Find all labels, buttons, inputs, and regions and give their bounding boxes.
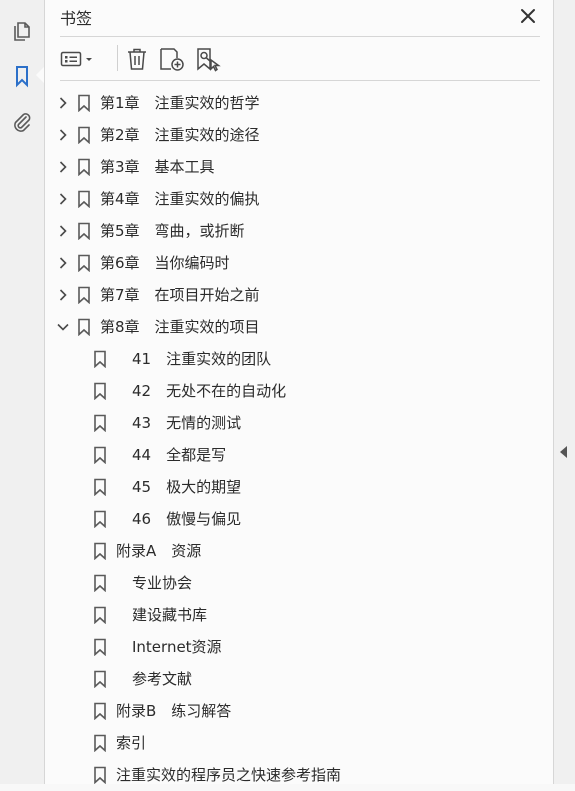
paperclip-icon[interactable] — [10, 110, 34, 134]
close-icon[interactable] — [518, 6, 538, 26]
panel-title: 书签 — [60, 9, 93, 28]
chevron-right-icon[interactable] — [55, 191, 71, 207]
bookmark-label[interactable]: 专业协会 — [132, 567, 192, 599]
bookmark-label[interactable]: 第8章 注重实效的项目 — [100, 311, 260, 343]
bookmark-item[interactable]: 41 注重实效的团队 — [45, 343, 553, 375]
bookmark-item-icon — [93, 702, 107, 720]
bookmark-item[interactable]: 第4章 注重实效的偏执 — [45, 183, 553, 215]
bookmark-item-icon — [77, 318, 91, 336]
bookmark-item[interactable]: 专业协会 — [45, 567, 553, 599]
bookmark-label[interactable]: Internet资源 — [132, 631, 222, 663]
bookmark-item[interactable]: 索引 — [45, 727, 553, 759]
bookmark-item[interactable]: 注重实效的程序员之快速参考指南 — [45, 759, 553, 791]
pages-icon[interactable] — [10, 18, 34, 42]
bookmark-item[interactable]: 44 全都是写 — [45, 439, 553, 471]
bookmark-label[interactable]: 注重实效的程序员之快速参考指南 — [116, 759, 341, 791]
bookmark-item[interactable]: 参考文献 — [45, 663, 553, 695]
bookmark-label[interactable]: 第5章 弯曲，或折断 — [100, 215, 245, 247]
bookmark-item-icon — [93, 350, 107, 368]
bookmark-item[interactable]: 附录B 练习解答 — [45, 695, 553, 727]
bookmark-item-icon — [77, 158, 91, 176]
bookmark-label[interactable]: 索引 — [116, 727, 146, 759]
chevron-down-icon[interactable] — [55, 319, 71, 335]
bookmark-icon[interactable] — [10, 64, 34, 88]
bookmark-item-icon — [93, 574, 107, 592]
bookmark-item-icon — [93, 382, 107, 400]
bookmark-label[interactable]: 第4章 注重实效的偏执 — [100, 183, 260, 215]
bookmark-item[interactable]: 第3章 基本工具 — [45, 151, 553, 183]
bookmark-label[interactable]: 第6章 当你编码时 — [100, 247, 230, 279]
bookmark-item[interactable]: 第6章 当你编码时 — [45, 247, 553, 279]
bookmark-item[interactable]: 43 无情的测试 — [45, 407, 553, 439]
bookmark-label[interactable]: 建设藏书库 — [132, 599, 207, 631]
bookmark-label[interactable]: 45 极大的期望 — [132, 471, 241, 503]
bookmark-item-icon — [93, 542, 107, 560]
panel-header: 书签 — [60, 0, 540, 37]
right-collapse-bar — [553, 0, 575, 784]
bookmark-item-icon — [93, 766, 107, 784]
chevron-right-icon[interactable] — [55, 223, 71, 239]
bookmark-label[interactable]: 附录B 练习解答 — [116, 695, 231, 727]
bookmark-item-icon — [77, 94, 91, 112]
bookmark-item-icon — [77, 190, 91, 208]
bookmark-item[interactable]: 建设藏书库 — [45, 599, 553, 631]
bookmarks-panel: 书签 第1章 注重实效的哲学 第2章 注重实效的途径 第3章 基本工具 第4章 … — [45, 0, 553, 784]
bookmark-item[interactable]: 第8章 注重实效的项目 — [45, 311, 553, 343]
bookmark-item[interactable]: Internet资源 — [45, 631, 553, 663]
bookmark-item-icon — [93, 734, 107, 752]
bookmark-label[interactable]: 附录A 资源 — [116, 535, 201, 567]
bookmark-label[interactable]: 41 注重实效的团队 — [132, 343, 271, 375]
bookmark-item-icon — [77, 222, 91, 240]
bookmark-label[interactable]: 第3章 基本工具 — [100, 151, 215, 183]
bookmark-item[interactable]: 第2章 注重实效的途径 — [45, 119, 553, 151]
bookmark-item[interactable]: 第5章 弯曲，或折断 — [45, 215, 553, 247]
new-bookmark-icon[interactable] — [158, 46, 186, 72]
bookmark-label[interactable]: 第7章 在项目开始之前 — [100, 279, 260, 311]
bookmark-item-icon — [93, 446, 107, 464]
bookmark-item-icon — [93, 510, 107, 528]
trash-icon[interactable] — [125, 46, 149, 72]
bookmarks-toolbar — [60, 37, 540, 81]
bookmark-item[interactable]: 第7章 在项目开始之前 — [45, 279, 553, 311]
bookmark-item-icon — [93, 638, 107, 656]
bookmark-search-icon[interactable] — [194, 46, 222, 72]
bookmark-label[interactable]: 43 无情的测试 — [132, 407, 241, 439]
bookmark-item-icon — [93, 414, 107, 432]
bookmark-item[interactable]: 第1章 注重实效的哲学 — [45, 87, 553, 119]
bookmark-label[interactable]: 第1章 注重实效的哲学 — [100, 87, 260, 119]
bookmark-item-icon — [77, 254, 91, 272]
bookmark-item[interactable]: 42 无处不在的自动化 — [45, 375, 553, 407]
bookmark-label[interactable]: 参考文献 — [132, 663, 192, 695]
chevron-right-icon[interactable] — [55, 127, 71, 143]
chevron-right-icon[interactable] — [55, 95, 71, 111]
bookmark-item[interactable]: 附录A 资源 — [45, 535, 553, 567]
bookmark-item[interactable]: 45 极大的期望 — [45, 471, 553, 503]
chevron-right-icon[interactable] — [55, 287, 71, 303]
bookmark-item-icon — [77, 126, 91, 144]
options-menu-button[interactable] — [60, 46, 98, 72]
bookmark-item-icon — [93, 670, 107, 688]
left-nav-rail — [0, 0, 45, 784]
bookmark-item-icon — [93, 478, 107, 496]
chevron-right-icon[interactable] — [55, 255, 71, 271]
bookmark-label[interactable]: 第2章 注重实效的途径 — [100, 119, 260, 151]
bookmark-item-icon — [93, 606, 107, 624]
chevron-right-icon[interactable] — [55, 159, 71, 175]
bookmark-item-icon — [77, 286, 91, 304]
bookmark-label[interactable]: 42 无处不在的自动化 — [132, 375, 286, 407]
bookmark-item[interactable]: 46 傲慢与偏见 — [45, 503, 553, 535]
collapse-panel-icon[interactable] — [560, 446, 567, 458]
active-panel-pointer — [36, 67, 44, 83]
bookmark-label[interactable]: 46 傲慢与偏见 — [132, 503, 241, 535]
toolbar-separator — [117, 45, 118, 71]
bookmark-label[interactable]: 44 全都是写 — [132, 439, 226, 471]
